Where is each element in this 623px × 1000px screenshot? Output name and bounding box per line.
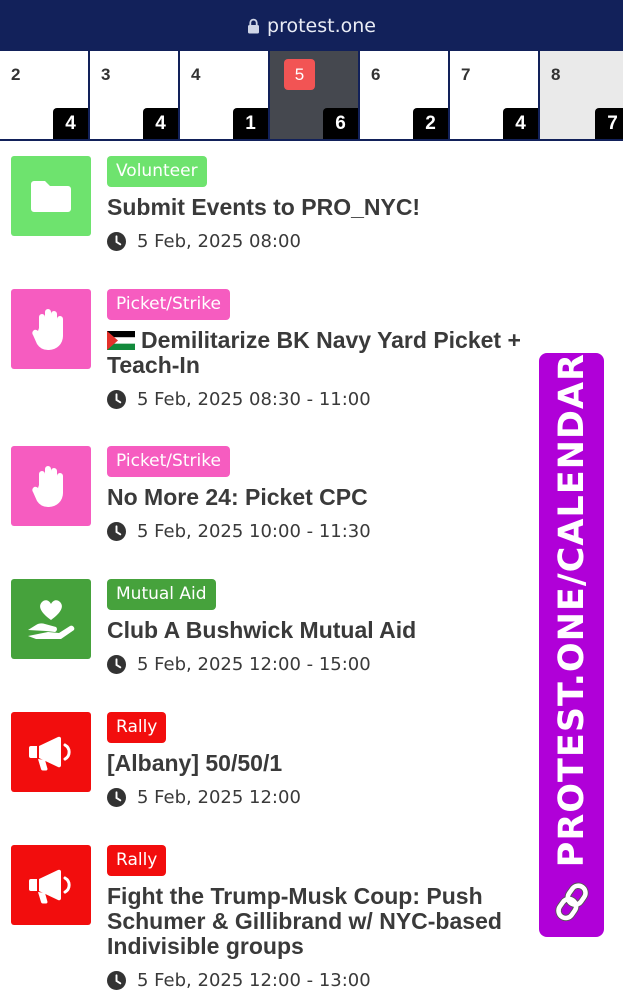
event-count-badge: 4 xyxy=(503,108,538,139)
event-count-badge: 7 xyxy=(595,108,623,139)
category-tag[interactable]: Volunteer xyxy=(107,156,207,187)
event-title[interactable]: Fight the Trump-Musk Coup: Push Schumer … xyxy=(107,884,567,959)
clock-icon xyxy=(107,390,126,409)
calendar-day[interactable]: 8 7 xyxy=(540,51,623,139)
event-count-badge: 1 xyxy=(233,108,268,139)
event-time: 5 Feb, 2025 12:00 - 13:00 xyxy=(137,970,371,991)
clock-icon xyxy=(107,522,126,541)
heart-hand-icon xyxy=(28,600,75,639)
folder-icon xyxy=(31,181,71,212)
event-count-badge: 6 xyxy=(323,108,358,139)
calendar-day-selected[interactable]: 5 6 xyxy=(270,51,360,139)
category-tag[interactable]: Rally xyxy=(107,712,167,743)
event-time: 5 Feb, 2025 10:00 - 11:30 xyxy=(137,521,371,542)
day-number: 7 xyxy=(461,65,471,84)
day-number: 4 xyxy=(191,65,201,84)
event-time: 5 Feb, 2025 08:30 - 11:00 xyxy=(137,389,371,410)
calendar-link-banner[interactable]: PROTEST.ONE/CALENDAR xyxy=(539,353,604,937)
calendar-day[interactable]: 7 4 xyxy=(450,51,540,139)
event-title[interactable]: Demilitarize BK Navy Yard Picket + Teach… xyxy=(107,328,567,378)
event-time: 5 Feb, 2025 12:00 xyxy=(137,787,301,808)
category-tag[interactable]: Rally xyxy=(107,845,167,876)
event-category-icon xyxy=(11,289,91,369)
event-count-badge: 4 xyxy=(53,108,88,139)
megaphone-icon xyxy=(29,869,71,904)
event-count-badge: 2 xyxy=(413,108,448,139)
day-number: 6 xyxy=(371,65,381,84)
event-category-icon xyxy=(11,712,91,792)
clock-icon xyxy=(107,655,126,674)
event-count-badge: 4 xyxy=(143,108,178,139)
event-category-icon xyxy=(11,579,91,659)
banner-text: PROTEST.ONE/CALENDAR xyxy=(551,353,592,868)
category-tag[interactable]: Picket/Strike xyxy=(107,289,230,320)
day-number: 2 xyxy=(11,65,21,84)
link-icon xyxy=(554,882,589,922)
event-time: 5 Feb, 2025 12:00 - 15:00 xyxy=(137,654,371,675)
calendar-strip: 2 4 3 4 4 1 5 6 6 2 7 4 8 7 xyxy=(0,51,623,141)
lock-icon xyxy=(248,18,260,33)
megaphone-icon xyxy=(29,736,71,771)
browser-url-bar[interactable]: protest.one xyxy=(0,0,623,51)
category-tag[interactable]: Picket/Strike xyxy=(107,446,230,477)
clock-icon xyxy=(107,971,126,990)
palestine-flag-icon xyxy=(107,331,135,350)
calendar-day[interactable]: 6 2 xyxy=(360,51,450,139)
event-title[interactable]: Club A Bushwick Mutual Aid xyxy=(107,618,567,643)
calendar-day[interactable]: 2 4 xyxy=(0,51,90,139)
calendar-day[interactable]: 3 4 xyxy=(90,51,180,139)
event-title[interactable]: No More 24: Picket CPC xyxy=(107,485,567,510)
day-number: 3 xyxy=(101,65,111,84)
hand-icon xyxy=(32,309,63,351)
event-category-icon xyxy=(11,845,91,925)
day-number: 8 xyxy=(551,65,561,84)
event-title[interactable]: Submit Events to PRO_NYC! xyxy=(107,195,567,220)
category-tag[interactable]: Mutual Aid xyxy=(107,579,216,610)
hand-icon xyxy=(32,466,63,508)
calendar-day[interactable]: 4 1 xyxy=(180,51,270,139)
event-category-icon xyxy=(11,446,91,526)
clock-icon xyxy=(107,232,126,251)
event-title[interactable]: [Albany] 50/50/1 xyxy=(107,751,567,776)
url-text: protest.one xyxy=(267,14,376,37)
event-category-icon xyxy=(11,156,91,236)
clock-icon xyxy=(107,788,126,807)
day-number: 5 xyxy=(284,59,315,90)
event-time: 5 Feb, 2025 08:00 xyxy=(137,231,301,252)
